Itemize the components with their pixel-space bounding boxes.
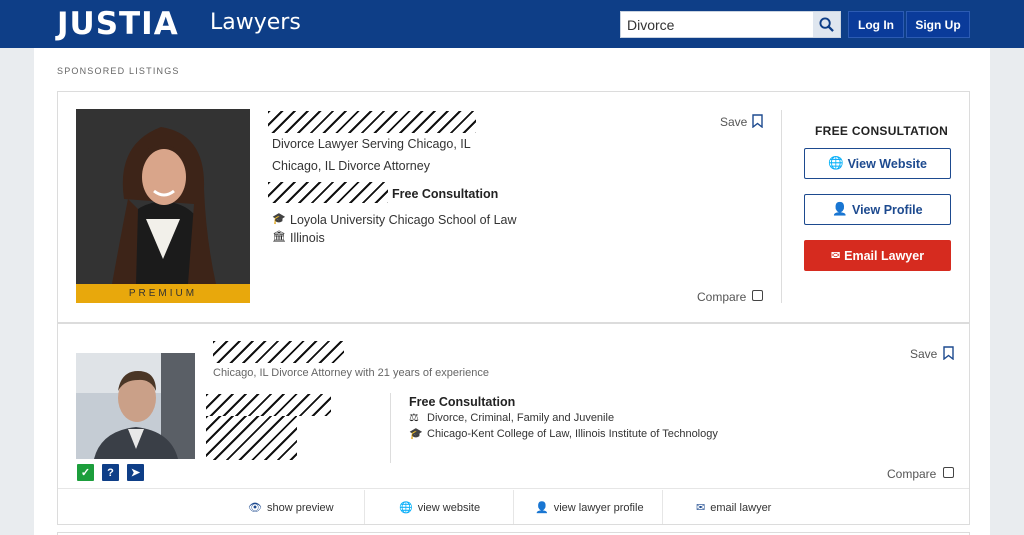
view-profile-link[interactable]: 👤 view lawyer profile	[535, 501, 644, 514]
globe-icon: 🌐	[827, 156, 844, 170]
bookmark-icon[interactable]	[752, 114, 763, 128]
graduation-cap-icon: 🎓	[409, 428, 423, 440]
listing-subtitle: Chicago, IL Divorce Attorney	[272, 159, 430, 173]
listing-subtitle: Chicago, IL Divorce Attorney with 21 yea…	[213, 367, 489, 379]
cta-heading: FREE CONSULTATION	[815, 124, 949, 138]
sponsored-label: SPONSORED LISTINGS	[57, 66, 180, 76]
view-website-button[interactable]: 🌐 View Website	[804, 148, 951, 179]
search-icon	[819, 17, 834, 32]
email-lawyer-link[interactable]: ✉ email lawyer	[696, 501, 771, 514]
email-lawyer-label: email lawyer	[710, 502, 772, 514]
view-profile-label: view lawyer profile	[553, 502, 644, 514]
law-school: Chicago-Kent College of Law, Illinois In…	[427, 428, 718, 440]
licensed-state: Illinois	[290, 231, 325, 245]
view-website-label: View Website	[847, 156, 927, 171]
listing-tagline: Divorce Lawyer Serving Chicago, IL	[272, 137, 471, 151]
view-profile-label: View Profile	[851, 202, 923, 217]
divider	[662, 490, 663, 524]
email-lawyer-button[interactable]: ✉ Email Lawyer	[804, 240, 951, 271]
divider	[781, 110, 782, 303]
law-school: Loyola University Chicago School of Law	[290, 213, 517, 227]
divider	[364, 490, 365, 524]
login-button[interactable]: Log In	[848, 11, 904, 38]
bookmark-icon[interactable]	[943, 346, 954, 360]
compare-label[interactable]: Compare	[887, 467, 936, 481]
divider	[58, 488, 969, 489]
show-preview-label: show preview	[266, 502, 334, 514]
free-consultation-label: Free Consultation	[409, 395, 516, 409]
search-box	[620, 11, 841, 38]
share-badge-icon[interactable]: ➤	[127, 464, 144, 481]
show-preview-link[interactable]: 👁 show preview	[248, 501, 334, 514]
view-website-label: view website	[417, 502, 481, 514]
compare-checkbox[interactable]	[943, 467, 954, 478]
verified-check-icon[interactable]: ✓	[77, 464, 94, 481]
question-badge-icon[interactable]: ?	[102, 464, 119, 481]
redacted-lawyer-name[interactable]	[213, 341, 344, 363]
redacted-phone[interactable]	[206, 416, 297, 460]
globe-icon: 🌐	[399, 502, 413, 514]
graduation-cap-icon: 🎓	[272, 213, 286, 225]
divider	[390, 393, 391, 463]
justia-logo[interactable]: JUSTIA	[57, 6, 179, 42]
premium-badge: PREMIUM	[76, 284, 250, 303]
redacted-phone[interactable]	[268, 182, 388, 203]
logo-subtitle[interactable]: Lawyers	[210, 10, 301, 35]
save-label: Save	[720, 115, 748, 129]
redacted-lawyer-name[interactable]	[268, 111, 476, 133]
courthouse-icon: 🏛	[272, 231, 286, 243]
practice-areas: Divorce, Criminal, Family and Juvenile	[427, 412, 615, 424]
signup-button[interactable]: Sign Up	[906, 11, 970, 38]
save-button[interactable]: Save	[910, 347, 937, 361]
search-button[interactable]	[813, 12, 840, 37]
redacted-address[interactable]	[206, 394, 331, 416]
search-input[interactable]	[621, 12, 813, 37]
lawyer-photo[interactable]	[76, 109, 250, 284]
free-consultation-label: Free Consultation	[392, 187, 499, 201]
compare-checkbox[interactable]	[752, 290, 763, 301]
eye-icon: 👁	[248, 502, 262, 514]
gavel-icon: ⚖	[409, 412, 419, 424]
save-label: Save	[910, 347, 938, 361]
site-header: JUSTIA Lawyers Log In Sign Up	[0, 0, 1024, 48]
lawyer-photo[interactable]	[76, 353, 195, 459]
view-profile-button[interactable]: 👤 View Profile	[804, 194, 951, 225]
view-website-link[interactable]: 🌐 view website	[399, 501, 480, 514]
user-icon: 👤	[832, 202, 848, 216]
user-icon: 👤	[535, 502, 549, 514]
compare-label[interactable]: Compare	[697, 290, 746, 304]
save-button[interactable]: Save	[720, 115, 747, 129]
envelope-icon: ✉	[696, 502, 706, 514]
divider	[513, 490, 514, 524]
portrait-image	[76, 109, 250, 284]
portrait-image	[76, 353, 195, 459]
envelope-icon: ✉	[830, 250, 841, 262]
email-lawyer-label: Email Lawyer	[844, 248, 925, 263]
